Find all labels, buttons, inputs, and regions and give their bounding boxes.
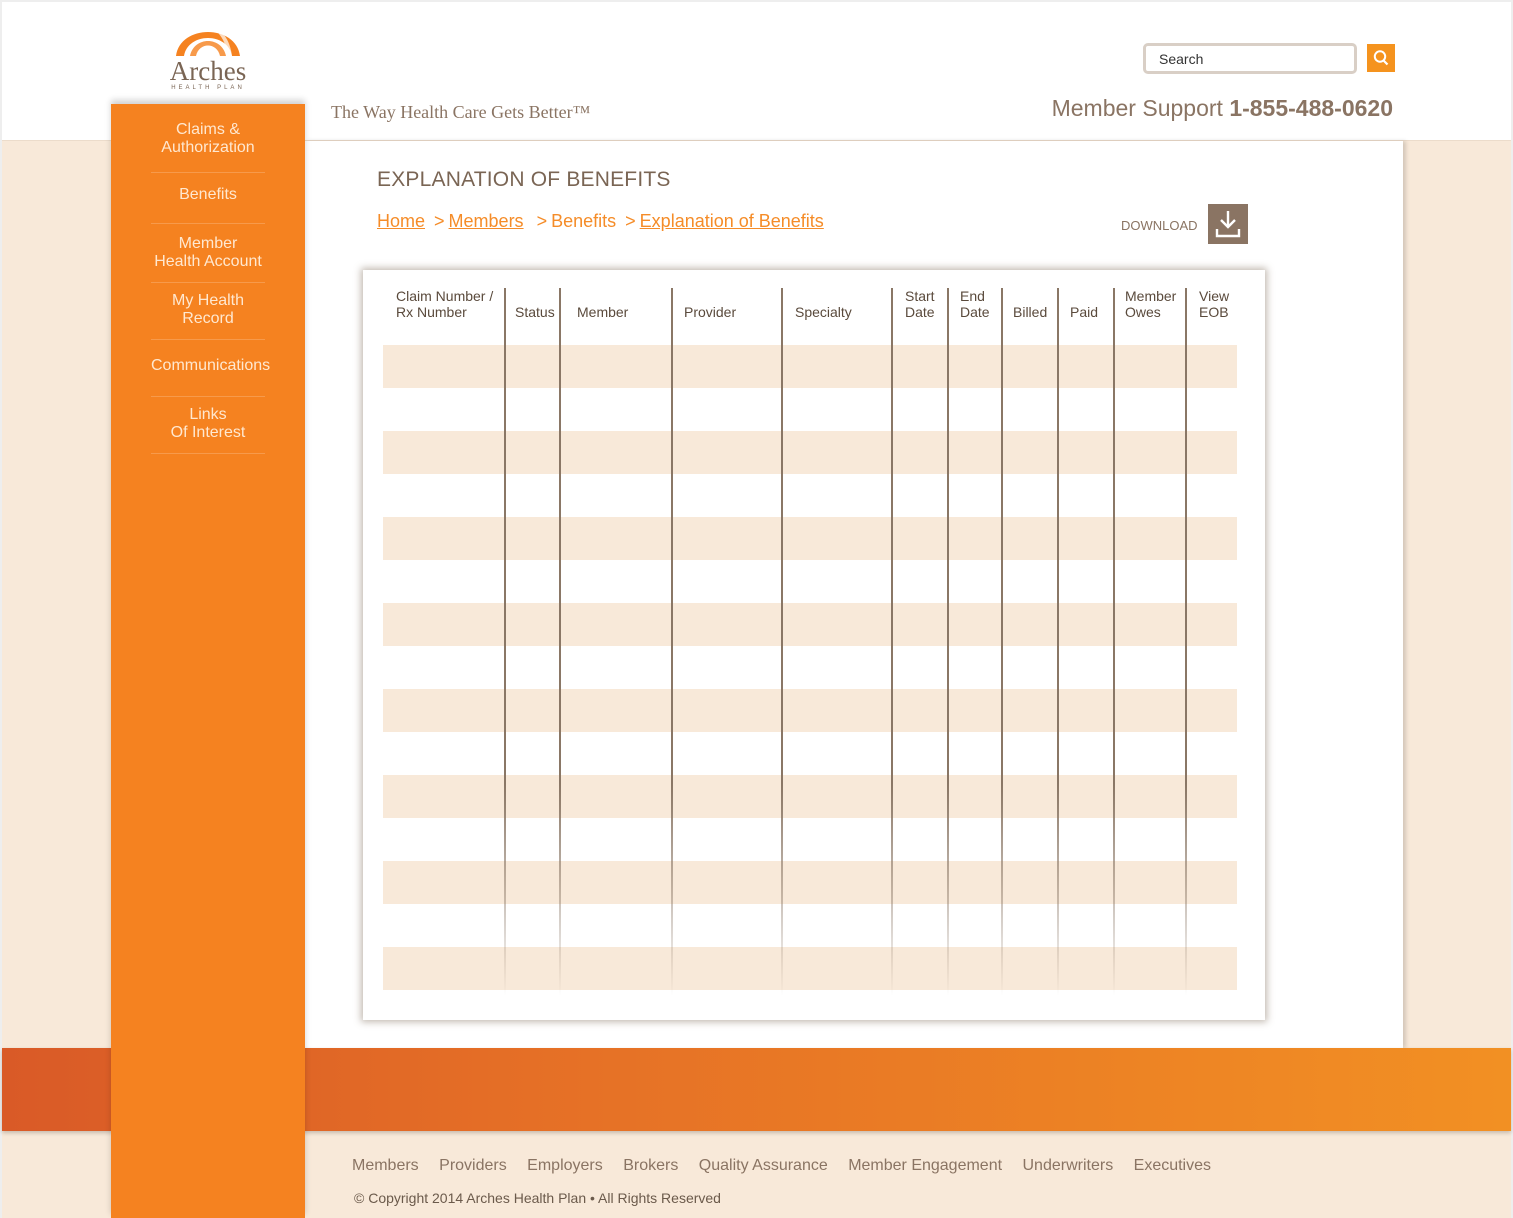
sidebar-item-label: My Health <box>171 292 245 309</box>
search-button[interactable] <box>1367 44 1395 72</box>
download-button[interactable] <box>1208 204 1248 244</box>
logo-wordmark: Arches <box>169 56 247 86</box>
footer-link-executives[interactable]: Executives <box>1134 1157 1211 1174</box>
table-row[interactable] <box>383 431 1237 474</box>
sidebar-item-label: Communications <box>151 357 271 374</box>
table-row[interactable] <box>383 517 1237 560</box>
sidebar-item-health-account[interactable]: Member Health Account <box>151 235 265 283</box>
column-header-view-eob[interactable]: View EOB <box>1199 288 1229 320</box>
table-row[interactable] <box>383 388 1237 431</box>
search-icon <box>1373 50 1389 66</box>
table-row[interactable] <box>383 345 1237 388</box>
table-row[interactable] <box>383 646 1237 689</box>
column-divider <box>1185 288 1187 996</box>
sidebar-item-label: Record <box>182 310 234 327</box>
breadcrumb-members[interactable]: Members <box>449 211 524 231</box>
copyright: © Copyright 2014 Arches Health Plan • Al… <box>354 1190 721 1206</box>
table-row[interactable] <box>383 474 1237 517</box>
column-header-specialty[interactable]: Specialty <box>795 288 852 320</box>
breadcrumb-separator: > <box>536 211 548 231</box>
sidebar-item-communications[interactable]: Communications <box>151 357 271 397</box>
column-header-status[interactable]: Status <box>515 288 555 320</box>
download-label: DOWNLOAD <box>1121 218 1198 233</box>
breadcrumb: Home > Members > Benefits > Explanation of … <box>377 211 824 232</box>
breadcrumb-separator: > <box>434 211 445 231</box>
table-row[interactable] <box>383 775 1237 818</box>
footer-link-quality-assurance[interactable]: Quality Assurance <box>699 1157 828 1174</box>
column-header-billed[interactable]: Billed <box>1013 288 1047 320</box>
footer-link-providers[interactable]: Providers <box>439 1157 507 1174</box>
footer-link-members[interactable]: Members <box>352 1157 419 1174</box>
breadcrumb-current[interactable]: Explanation of Benefits <box>640 211 824 231</box>
column-divider <box>1057 288 1059 996</box>
page-title: EXPLANATION OF BENEFITS <box>377 168 671 191</box>
sidebar-item-claims[interactable]: Claims & Authorization <box>151 121 265 173</box>
footer-links: Members Providers Employers Brokers Qual… <box>352 1157 1227 1175</box>
column-divider <box>671 288 673 996</box>
member-support-label: Member Support <box>1051 95 1223 121</box>
footer-link-employers[interactable]: Employers <box>527 1157 603 1174</box>
column-header-start-date[interactable]: Start Date <box>905 288 935 320</box>
table-row[interactable] <box>383 861 1237 904</box>
logo-subtitle: HEALTH PLAN <box>171 85 245 91</box>
member-support-phone[interactable]: 1-855-488-0620 <box>1229 95 1393 121</box>
table-row[interactable] <box>383 603 1237 646</box>
column-divider <box>504 288 506 996</box>
tagline: The Way Health Care Gets Better™ <box>331 102 591 122</box>
sidebar-item-label: Of Interest <box>170 424 246 441</box>
breadcrumb-home[interactable]: Home <box>377 211 425 231</box>
footer-link-brokers[interactable]: Brokers <box>623 1157 678 1174</box>
table-row[interactable] <box>383 560 1237 603</box>
sidebar-item-label: Health Account <box>154 253 262 270</box>
breadcrumb-separator: > <box>625 211 636 231</box>
column-header-member[interactable]: Member <box>577 288 628 320</box>
sidebar-nav: Claims & Authorization Benefits Member H… <box>111 104 305 1218</box>
column-divider <box>781 288 783 996</box>
table-row[interactable] <box>383 904 1237 947</box>
table-row[interactable] <box>383 947 1237 990</box>
member-support: Member Support 1-855-488-0620 <box>1052 95 1393 122</box>
sidebar-item-label: Links <box>189 406 227 423</box>
column-header-provider[interactable]: Provider <box>684 288 736 320</box>
sidebar-item-health-record[interactable]: My Health Record <box>151 292 265 340</box>
column-header-member-owes[interactable]: Member Owes <box>1125 288 1176 320</box>
column-divider <box>559 288 561 996</box>
arches-logo[interactable]: Arches HEALTH PLAN <box>160 18 260 96</box>
column-divider <box>1001 288 1003 996</box>
top-border <box>0 0 1513 2</box>
sidebar-item-label: Claims & <box>175 121 240 138</box>
sidebar-item-label: Member <box>178 235 238 252</box>
sidebar-item-label: Benefits <box>179 186 237 203</box>
column-divider <box>891 288 893 996</box>
table-row[interactable] <box>383 689 1237 732</box>
left-border <box>0 0 2 1218</box>
table-row[interactable] <box>383 732 1237 775</box>
column-header-paid[interactable]: Paid <box>1070 288 1098 320</box>
arches-logo-mark-icon <box>176 24 240 56</box>
column-divider <box>947 288 949 996</box>
column-header-end-date[interactable]: End Date <box>960 288 990 320</box>
table-row[interactable] <box>383 818 1237 861</box>
sidebar-item-benefits[interactable]: Benefits <box>151 186 265 224</box>
breadcrumb-benefits: Benefits <box>551 211 617 231</box>
column-divider <box>1113 288 1115 996</box>
sidebar-item-label: Authorization <box>161 139 255 156</box>
sidebar-item-links[interactable]: Links Of Interest <box>151 406 265 454</box>
search-input[interactable]: Search <box>1143 43 1357 74</box>
main-content: EXPLANATION OF BENEFITS Home > Members > B… <box>305 141 1403 1048</box>
column-header-claim-number[interactable]: Claim Number / Rx Number <box>396 288 493 320</box>
footer-link-underwriters[interactable]: Underwriters <box>1023 1157 1114 1174</box>
eob-table: Claim Number / Rx Number Status Member Pr… <box>363 270 1265 1020</box>
download-icon <box>1215 211 1241 238</box>
footer-link-member-engagement[interactable]: Member Engagement <box>848 1157 1002 1174</box>
